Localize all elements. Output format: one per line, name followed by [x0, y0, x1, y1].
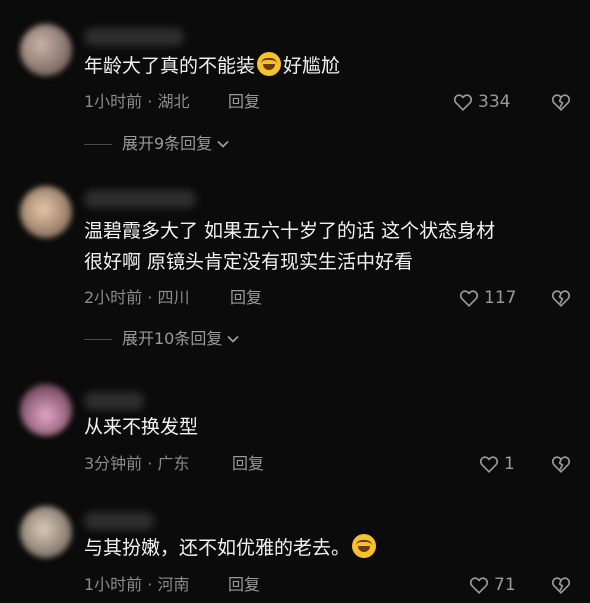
- comment-text: 年龄大了真的不能装 好尴尬: [84, 51, 564, 82]
- expand-replies-button[interactable]: 展开10条回复: [84, 329, 240, 349]
- divider: [84, 338, 112, 340]
- expand-replies-button[interactable]: 展开9条回复: [84, 134, 230, 154]
- comment-meta: 1小时前 · 湖北: [84, 92, 190, 111]
- heart-icon: [453, 94, 473, 111]
- dislike-icon[interactable]: [550, 287, 572, 309]
- comment-time: 2小时前: [84, 288, 143, 307]
- comment-text: 与其扮嫩，还不如优雅的老去。: [84, 533, 564, 564]
- chevron-down-icon: [217, 140, 229, 148]
- laughing-tears-emoji-icon: [257, 52, 282, 76]
- like-count: 117: [484, 288, 517, 308]
- comment-meta: 3分钟前 · 广东: [84, 454, 190, 473]
- comment-meta: 1小时前 · 河南: [84, 575, 190, 594]
- username-blurred[interactable]: [84, 190, 196, 208]
- reply-button[interactable]: 回复: [228, 92, 260, 112]
- dislike-icon[interactable]: [550, 453, 572, 475]
- like-button[interactable]: 1: [478, 453, 515, 475]
- avatar[interactable]: [20, 506, 72, 558]
- like-button[interactable]: 117: [458, 287, 516, 309]
- chevron-down-icon: [227, 335, 240, 343]
- comment-time: 1小时前: [84, 575, 143, 594]
- reply-button[interactable]: 回复: [232, 454, 264, 474]
- comment-location: 广东: [157, 454, 190, 473]
- username-blurred[interactable]: [84, 28, 184, 46]
- comment-location: 河南: [157, 575, 190, 594]
- heart-icon: [459, 290, 479, 307]
- avatar[interactable]: [20, 186, 72, 238]
- like-count: 1: [504, 454, 515, 474]
- username-blurred[interactable]: [84, 512, 154, 530]
- dislike-icon[interactable]: [550, 574, 572, 596]
- avatar[interactable]: [20, 384, 72, 436]
- dislike-icon[interactable]: [550, 91, 572, 113]
- reply-button[interactable]: 回复: [228, 575, 260, 595]
- like-button[interactable]: 71: [468, 574, 516, 596]
- like-count: 334: [478, 92, 511, 112]
- heart-icon: [469, 577, 489, 594]
- comment-time: 3分钟前: [84, 454, 143, 473]
- like-count: 71: [494, 575, 516, 595]
- comment-time: 1小时前: [84, 92, 143, 111]
- comment-location: 湖北: [157, 92, 190, 111]
- username-blurred[interactable]: [84, 392, 144, 410]
- avatar[interactable]: [20, 24, 72, 76]
- laughing-tears-emoji-icon: [352, 534, 377, 558]
- comment-meta: 2小时前 · 四川: [84, 288, 190, 307]
- like-button[interactable]: 334: [452, 91, 510, 113]
- comment-text: 温碧霞多大了 如果五六十岁了的话 这个状态身材 很好啊 原镜头肯定没有现实生活中好…: [84, 220, 496, 273]
- comment-location: 四川: [157, 288, 190, 307]
- comment-text: 从来不换发型: [84, 416, 199, 438]
- divider: [84, 143, 112, 145]
- reply-button[interactable]: 回复: [230, 288, 262, 308]
- heart-icon: [479, 456, 499, 473]
